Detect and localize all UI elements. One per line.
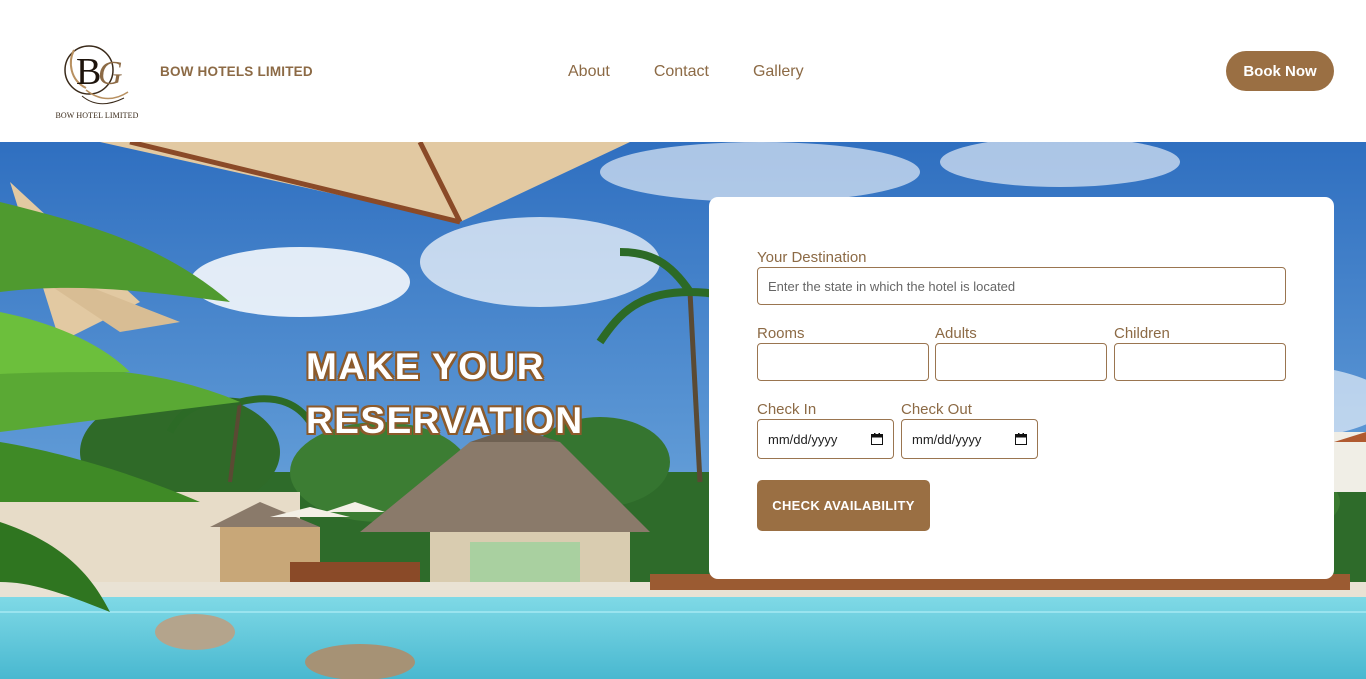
book-now-button[interactable]: Book Now — [1226, 51, 1334, 91]
check-in-label: Check In — [757, 401, 817, 418]
calendar-icon[interactable] — [1015, 433, 1027, 445]
check-out-value: mm/dd/yyyy — [912, 431, 982, 447]
logo[interactable]: B G BOW HOTEL LIMITED — [46, 40, 150, 122]
rooms-label: Rooms — [757, 325, 805, 342]
logo-mark-icon: B G — [64, 45, 129, 105]
hero-title: MAKE YOUR RESERVATION — [306, 340, 646, 448]
brand-name[interactable]: BOW HOTELS LIMITED — [160, 64, 313, 79]
check-availability-button[interactable]: CHECK AVAILABILITY — [757, 480, 930, 531]
check-out-date-input[interactable]: mm/dd/yyyy — [901, 419, 1038, 459]
children-input[interactable] — [1114, 343, 1286, 381]
hero-title-line1: MAKE YOUR — [306, 346, 545, 387]
calendar-icon[interactable] — [871, 433, 883, 445]
svg-text:G: G — [98, 55, 123, 92]
rooms-input[interactable] — [757, 343, 929, 381]
destination-label: Your Destination — [757, 249, 867, 266]
hero-title-line2: RESERVATION — [306, 400, 584, 441]
nav-contact-link[interactable]: Contact — [654, 63, 709, 81]
logo-caption: BOW HOTEL LIMITED — [55, 111, 139, 120]
adults-input[interactable] — [935, 343, 1107, 381]
children-label: Children — [1114, 325, 1170, 342]
adults-label: Adults — [935, 325, 977, 342]
check-in-value: mm/dd/yyyy — [768, 431, 838, 447]
check-in-date-input[interactable]: mm/dd/yyyy — [757, 419, 894, 459]
reservation-form: Your Destination Rooms Adults Children C… — [709, 197, 1334, 579]
main-nav: About Contact Gallery — [568, 63, 804, 81]
check-out-label: Check Out — [901, 401, 972, 418]
nav-gallery-link[interactable]: Gallery — [753, 63, 804, 81]
destination-input[interactable] — [757, 267, 1286, 305]
nav-about-link[interactable]: About — [568, 63, 610, 81]
site-header: B G BOW HOTEL LIMITED BOW HOTELS LIMITED… — [0, 0, 1366, 142]
